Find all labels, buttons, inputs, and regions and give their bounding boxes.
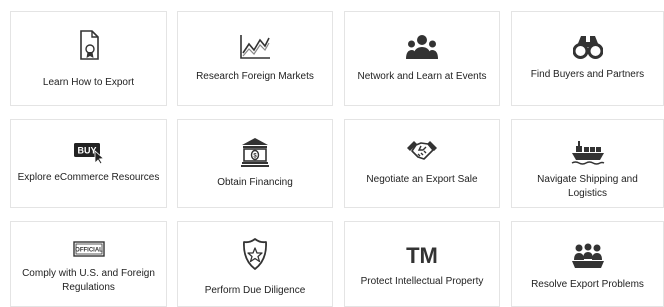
people-group-icon [406, 35, 438, 59]
tm-icon-text: TM [406, 244, 438, 266]
card-obtain-financing[interactable]: $ Obtain Financing [177, 119, 333, 208]
binoculars-icon [572, 36, 603, 59]
card-label: Learn How to Export [42, 77, 135, 88]
card-label: Resolve Export Problems [531, 279, 644, 290]
card-label: Find Buyers and Partners [530, 69, 645, 80]
card-label: Protect Intellectual Property [360, 276, 484, 287]
shield-star-icon [243, 238, 267, 270]
export-topics-grid: Learn How to Export Research Foreign Mar… [0, 0, 664, 307]
card-label: Explore eCommerce Resources [17, 172, 160, 183]
card-label: Comply with U.S. and Foreign Regulations [22, 268, 155, 293]
bank-building-icon: $ [241, 138, 269, 167]
certificate-document-icon [79, 30, 99, 60]
handshake-icon [407, 141, 437, 160]
official-icon-text: OFFICIAL [75, 248, 103, 254]
card-find-buyers-and-partners[interactable]: Find Buyers and Partners [511, 11, 664, 106]
card-navigate-shipping[interactable]: Navigate Shipping and Logistics [511, 119, 664, 208]
line-chart-icon [240, 35, 270, 59]
official-stamp-icon: OFFICIAL [72, 241, 105, 257]
card-resolve-export-problems[interactable]: Resolve Export Problems [511, 221, 664, 307]
card-label: Research Foreign Markets [196, 71, 314, 82]
buy-button-cursor-icon: BUY [73, 143, 104, 164]
card-research-foreign-markets[interactable]: Research Foreign Markets [177, 11, 333, 106]
trademark-icon: TM [406, 244, 438, 266]
card-negotiate-export-sale[interactable]: Negotiate an Export Sale [344, 119, 500, 208]
cargo-ship-icon [571, 141, 604, 165]
card-network-and-learn[interactable]: Network and Learn at Events [344, 11, 500, 106]
people-meeting-icon [571, 243, 604, 268]
card-label: Navigate Shipping and Logistics [537, 174, 638, 199]
card-protect-intellectual-property[interactable]: TM Protect Intellectual Property [344, 221, 500, 307]
card-label: Negotiate an Export Sale [366, 174, 478, 185]
card-explore-ecommerce[interactable]: BUY Explore eCommerce Resources [10, 119, 167, 208]
card-label: Network and Learn at Events [357, 71, 487, 82]
card-comply-with-regulations[interactable]: OFFICIAL Comply with U.S. and Foreign Re… [10, 221, 167, 307]
card-label: Perform Due Diligence [204, 285, 306, 296]
buy-icon-text: BUY [77, 146, 96, 156]
card-perform-due-diligence[interactable]: Perform Due Diligence [177, 221, 333, 307]
card-learn-how-to-export[interactable]: Learn How to Export [10, 11, 167, 106]
card-label: Obtain Financing [217, 177, 293, 188]
